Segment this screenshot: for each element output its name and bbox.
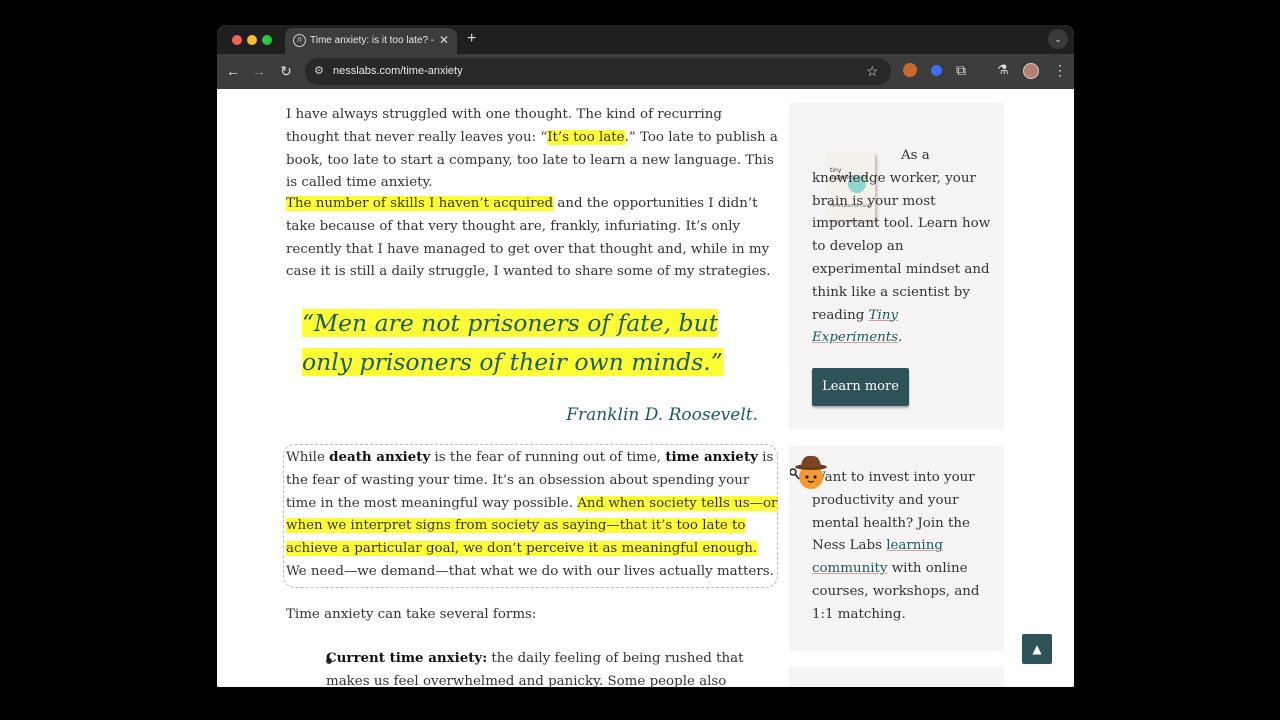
- scroll-to-top-button[interactable]: ▲: [1022, 634, 1052, 664]
- back-arrow-icon[interactable]: ←: [224, 62, 242, 80]
- url-text: nesslabs.com/time-anxiety: [333, 65, 463, 77]
- new-tab-button[interactable]: +: [467, 30, 476, 48]
- sidebar-book-card: tiny experiments Anne-Laure Le Cunff As …: [789, 103, 1004, 429]
- profile-avatar[interactable]: [1023, 63, 1039, 79]
- paragraph-skills: The number of skills I haven’t acquired …: [286, 193, 778, 284]
- address-bar[interactable]: ⚙ nesslabs.com/time-anxiety ☆: [305, 58, 891, 85]
- text: As a knowledge worker, your brain is you…: [812, 148, 991, 323]
- tab-close-icon[interactable]: ✕: [439, 33, 449, 47]
- site-settings-icon[interactable]: ⚙: [314, 64, 324, 78]
- maximize-window-button[interactable]: [262, 35, 272, 45]
- labs-flask-icon[interactable]: ⚗: [997, 61, 1009, 79]
- paragraph-intro: I have always struggled with one thought…: [286, 104, 778, 195]
- extensions-puzzle-icon[interactable]: ⧉: [956, 61, 966, 79]
- sidebar-card: [789, 667, 1004, 687]
- ness-labs-favicon-icon: n: [293, 34, 306, 47]
- highlight: The number of skills I haven’t acquired: [286, 196, 554, 211]
- highlight: It’s too late: [547, 129, 625, 145]
- quote-text: “Men are not prisoners of fate, but only…: [302, 309, 723, 376]
- web-page: I have always struggled with one thought…: [217, 89, 1074, 687]
- bookmark-star-icon[interactable]: ☆: [866, 62, 879, 80]
- extension-cowboy-icon[interactable]: [903, 63, 917, 77]
- tab-strip: n Time anxiety: is it too late? - Ness L…: [217, 25, 1074, 54]
- browser-toolbar: ← → ↻ ⚙ nesslabs.com/time-anxiety ☆ ⧉ ⚗ …: [217, 54, 1074, 89]
- tab-search-chevron-icon[interactable]: ⌄: [1048, 29, 1068, 49]
- list-item: Current time anxiety: the daily feeling …: [326, 647, 766, 687]
- more-menu-icon[interactable]: ⋮: [1053, 61, 1067, 79]
- card-text: Want to invest into your productivity an…: [812, 467, 992, 627]
- reload-icon[interactable]: ↻: [277, 62, 295, 80]
- card-text: As a knowledge worker, your brain is you…: [812, 145, 992, 350]
- blockquote: “Men are not prisoners of fate, but only…: [302, 304, 762, 382]
- quote-author: Franklin D. Roosevelt.: [566, 405, 758, 425]
- extension-blue-dot-icon[interactable]: [931, 65, 942, 76]
- forward-arrow-icon[interactable]: →: [250, 62, 268, 80]
- text: .: [898, 330, 903, 346]
- tab-title: Time anxiety: is it too late? - Ness Lab…: [310, 35, 435, 46]
- minimize-window-button[interactable]: [247, 35, 257, 45]
- close-window-button[interactable]: [232, 35, 242, 45]
- paragraph-forms: Time anxiety can take several forms:: [286, 607, 537, 622]
- browser-window: n Time anxiety: is it too late? - Ness L…: [217, 25, 1074, 687]
- selection-box: [283, 444, 778, 588]
- learn-more-button[interactable]: Learn more: [812, 368, 909, 406]
- cowboy-mascot-icon[interactable]: [790, 452, 828, 490]
- bold-term: Current time anxiety:: [326, 650, 488, 666]
- tab-time-anxiety[interactable]: n Time anxiety: is it too late? - Ness L…: [285, 28, 457, 54]
